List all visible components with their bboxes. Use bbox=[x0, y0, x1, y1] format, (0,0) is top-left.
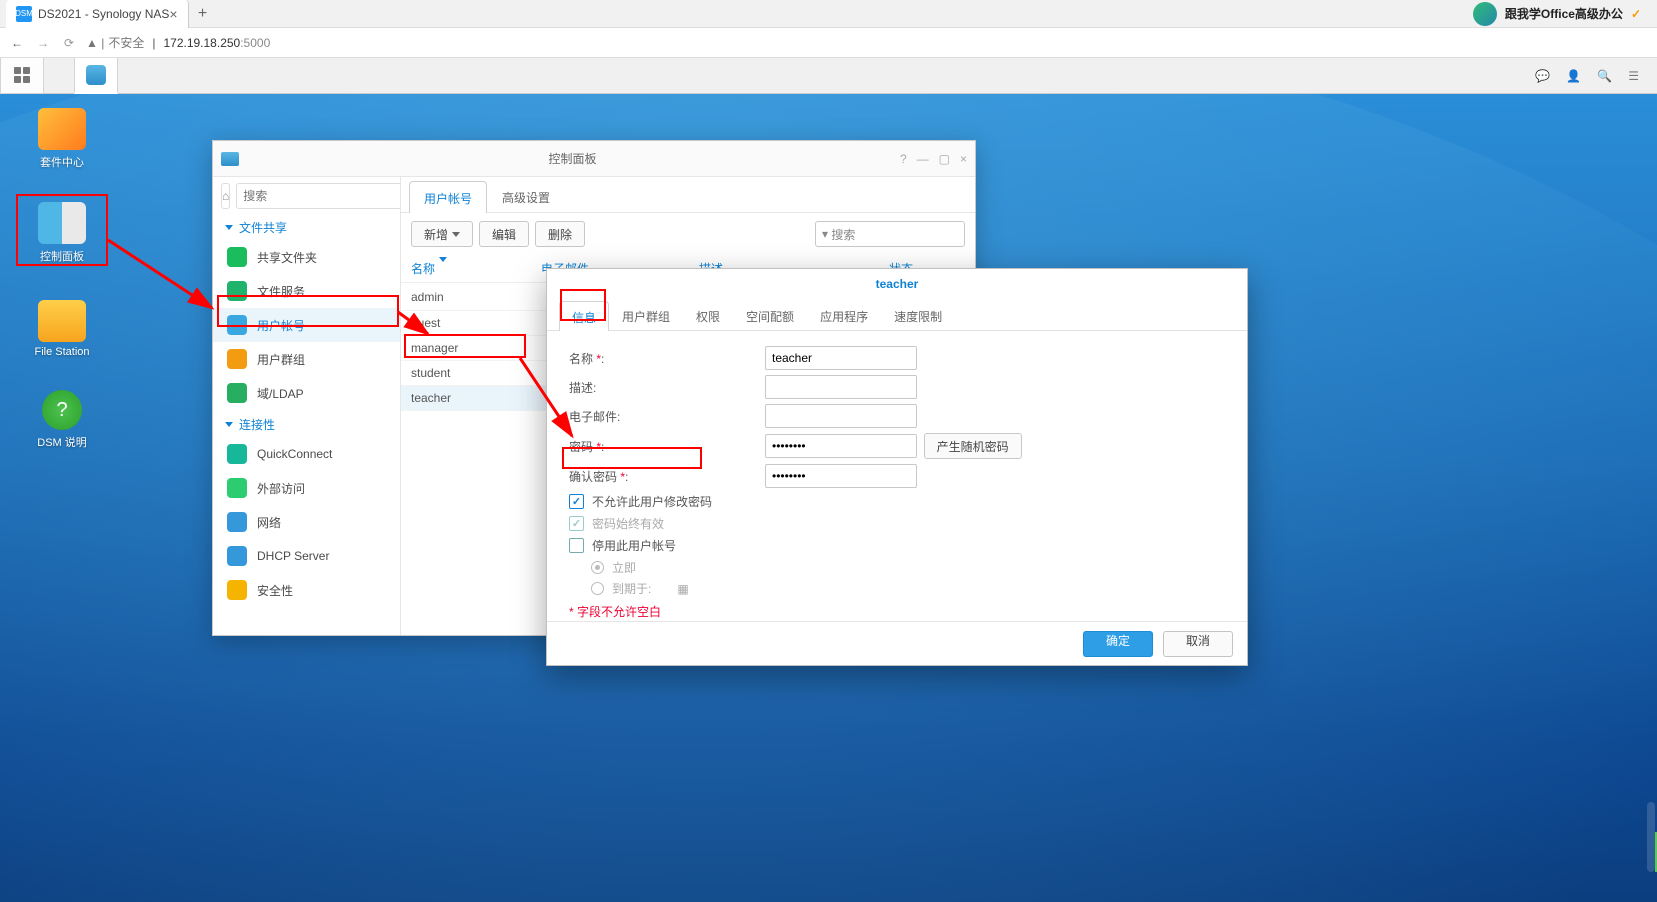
widgets-icon[interactable]: ☰ bbox=[1628, 69, 1639, 83]
checkbox-password-never-expire: 密码始终有效 bbox=[569, 515, 1225, 532]
vertical-scrollbar[interactable] bbox=[1647, 802, 1655, 872]
password-input[interactable] bbox=[765, 434, 917, 458]
dialog-tab-speed[interactable]: 速度限制 bbox=[881, 300, 955, 330]
forward-button[interactable]: → bbox=[34, 36, 52, 50]
cancel-button[interactable]: 取消 bbox=[1163, 631, 1233, 657]
desktop-icon-label: 控制面板 bbox=[22, 248, 102, 264]
col-name[interactable]: 名称 bbox=[411, 260, 541, 277]
filter-input[interactable]: ▾ 搜索 bbox=[815, 221, 965, 247]
desc-input[interactable] bbox=[765, 375, 917, 399]
dialog-title: teacher bbox=[547, 269, 1247, 299]
dialog-tabs: 信息 用户群组 权限 空间配额 应用程序 速度限制 bbox=[547, 299, 1247, 331]
checkbox-disable-user[interactable]: 停用此用户帐号 bbox=[569, 537, 1225, 554]
label-confirm-password: 确认密码 *: bbox=[569, 468, 765, 485]
dialog-tab-info[interactable]: 信息 bbox=[559, 301, 609, 331]
label-email: 电子邮件: bbox=[569, 408, 765, 425]
users-toolbar: 新增 编辑 删除 ▾ 搜索 bbox=[401, 213, 975, 255]
desktop-icon-control-panel[interactable]: 控制面板 bbox=[22, 202, 102, 264]
apps-launcher-button[interactable] bbox=[0, 58, 44, 94]
help-icon[interactable]: ? bbox=[900, 152, 907, 166]
main-tabs: 用户帐号 高级设置 bbox=[401, 177, 975, 213]
window-titlebar[interactable]: 控制面板 ? — ▢ × bbox=[213, 141, 975, 177]
dialog-tab-apps[interactable]: 应用程序 bbox=[807, 300, 881, 330]
user-edit-dialog: teacher 信息 用户群组 权限 空间配额 应用程序 速度限制 名称 *: … bbox=[546, 268, 1248, 666]
url-separator: | bbox=[152, 36, 155, 50]
name-input[interactable] bbox=[765, 346, 917, 370]
sidebar-item-security[interactable]: 安全性 bbox=[213, 573, 400, 607]
dsm-favicon: DSM bbox=[16, 6, 32, 22]
email-input[interactable] bbox=[765, 404, 917, 428]
dsm-taskbar: 💬 👤 🔍 ☰ bbox=[0, 58, 1657, 94]
profile-chip[interactable]: 跟我学Office高级办公 ✓ bbox=[1473, 2, 1657, 26]
window-icon bbox=[221, 152, 239, 166]
security-label: 不安全 bbox=[108, 34, 144, 51]
avatar-icon bbox=[1473, 2, 1497, 26]
control-panel-sidebar: ⌂ 文件共享 共享文件夹 文件服务 用户帐号 用户群组 域/LDAP 连接性 Q… bbox=[213, 177, 401, 635]
checkbox-disallow-password-change[interactable]: 不允许此用户修改密码 bbox=[569, 493, 1225, 510]
desktop-icon-label: File Station bbox=[22, 346, 102, 358]
label-desc: 描述: bbox=[569, 379, 765, 396]
radio-immediate: 立即 bbox=[591, 559, 1225, 576]
annotation-arrow bbox=[96, 210, 226, 330]
desktop-icon-label: DSM 说明 bbox=[22, 434, 102, 450]
sidebar-item-dhcp[interactable]: DHCP Server bbox=[213, 539, 400, 573]
maximize-icon[interactable]: ▢ bbox=[939, 152, 950, 166]
search-icon[interactable]: 🔍 bbox=[1597, 69, 1612, 83]
sidebar-item-ldap[interactable]: 域/LDAP bbox=[213, 376, 400, 410]
system-tray: 💬 👤 🔍 ☰ bbox=[1535, 69, 1657, 83]
url-display[interactable]: 172.19.18.250:5000 bbox=[163, 36, 270, 50]
desktop-icon-label: 套件中心 bbox=[22, 154, 102, 170]
radio-expire-on: 到期于: ▦ bbox=[591, 580, 1225, 597]
desktop-icon-package-center[interactable]: 套件中心 bbox=[22, 108, 102, 170]
dialog-form: 名称 *: 描述: 电子邮件: 密码 *: 产生随机密码 确认密码 *: 不允许… bbox=[547, 331, 1247, 630]
desktop-icon-file-station[interactable]: File Station bbox=[22, 300, 102, 358]
dialog-tab-quota[interactable]: 空间配额 bbox=[733, 300, 807, 330]
minimize-icon[interactable]: — bbox=[917, 152, 929, 166]
back-button[interactable]: ← bbox=[8, 36, 26, 50]
new-tab-button[interactable]: + bbox=[189, 5, 217, 23]
delete-user-button[interactable]: 删除 bbox=[535, 221, 585, 247]
chat-icon[interactable]: 💬 bbox=[1535, 69, 1550, 83]
sidebar-item-group[interactable]: 用户群组 bbox=[213, 342, 400, 376]
dialog-footer: 确定 取消 bbox=[547, 621, 1247, 665]
random-password-button[interactable]: 产生随机密码 bbox=[924, 433, 1022, 459]
expire-date-input: ▦ bbox=[677, 582, 688, 596]
sidebar-search-input[interactable] bbox=[236, 183, 401, 209]
user-icon[interactable]: 👤 bbox=[1566, 69, 1581, 83]
confirm-password-input[interactable] bbox=[765, 464, 917, 488]
dsm-desktop: 套件中心 控制面板 File Station ? DSM 说明 控制面板 ? —… bbox=[0, 94, 1657, 902]
close-icon[interactable]: × bbox=[960, 152, 967, 166]
profile-name: 跟我学Office高级办公 bbox=[1505, 5, 1623, 22]
ok-button[interactable]: 确定 bbox=[1083, 631, 1153, 657]
sidebar-item-network[interactable]: 网络 bbox=[213, 505, 400, 539]
sidebar-item-file-services[interactable]: 文件服务 bbox=[213, 274, 400, 308]
tab-advanced[interactable]: 高级设置 bbox=[487, 180, 565, 212]
sidebar-item-quickconnect[interactable]: QuickConnect bbox=[213, 437, 400, 471]
desktop-icon-help[interactable]: ? DSM 说明 bbox=[22, 390, 102, 450]
close-tab-icon[interactable]: × bbox=[169, 6, 177, 22]
label-password: 密码 *: bbox=[569, 438, 765, 455]
window-title: 控制面板 bbox=[245, 150, 900, 167]
verified-badge-icon: ✓ bbox=[1631, 7, 1641, 21]
browser-tabstrip: DSM DS2021 - Synology NAS × + 跟我学Office高… bbox=[0, 0, 1657, 28]
taskbar-controlpanel-button[interactable] bbox=[74, 58, 118, 94]
reload-button[interactable]: ⟳ bbox=[60, 36, 78, 50]
home-button[interactable]: ⌂ bbox=[221, 183, 230, 209]
sidebar-item-external-access[interactable]: 外部访问 bbox=[213, 471, 400, 505]
sidebar-category-fileshare[interactable]: 文件共享 bbox=[213, 213, 400, 240]
label-name: 名称 *: bbox=[569, 350, 765, 367]
dialog-tab-perms[interactable]: 权限 bbox=[683, 300, 733, 330]
sidebar-item-shared-folder[interactable]: 共享文件夹 bbox=[213, 240, 400, 274]
security-indicator[interactable]: ▲ | 不安全 bbox=[86, 34, 144, 51]
sidebar-item-user[interactable]: 用户帐号 bbox=[213, 308, 400, 342]
sidebar-category-connectivity[interactable]: 连接性 bbox=[213, 410, 400, 437]
tab-title: DS2021 - Synology NAS bbox=[38, 7, 169, 21]
browser-tab[interactable]: DSM DS2021 - Synology NAS × bbox=[6, 0, 189, 28]
dialog-tab-groups[interactable]: 用户群组 bbox=[609, 300, 683, 330]
required-note: * 字段不允许空白 bbox=[569, 603, 1225, 620]
browser-addressbar: ← → ⟳ ▲ | 不安全 | 172.19.18.250:5000 bbox=[0, 28, 1657, 58]
tab-user-account[interactable]: 用户帐号 bbox=[409, 181, 487, 213]
add-user-button[interactable]: 新增 bbox=[411, 221, 473, 247]
edit-user-button[interactable]: 编辑 bbox=[479, 221, 529, 247]
